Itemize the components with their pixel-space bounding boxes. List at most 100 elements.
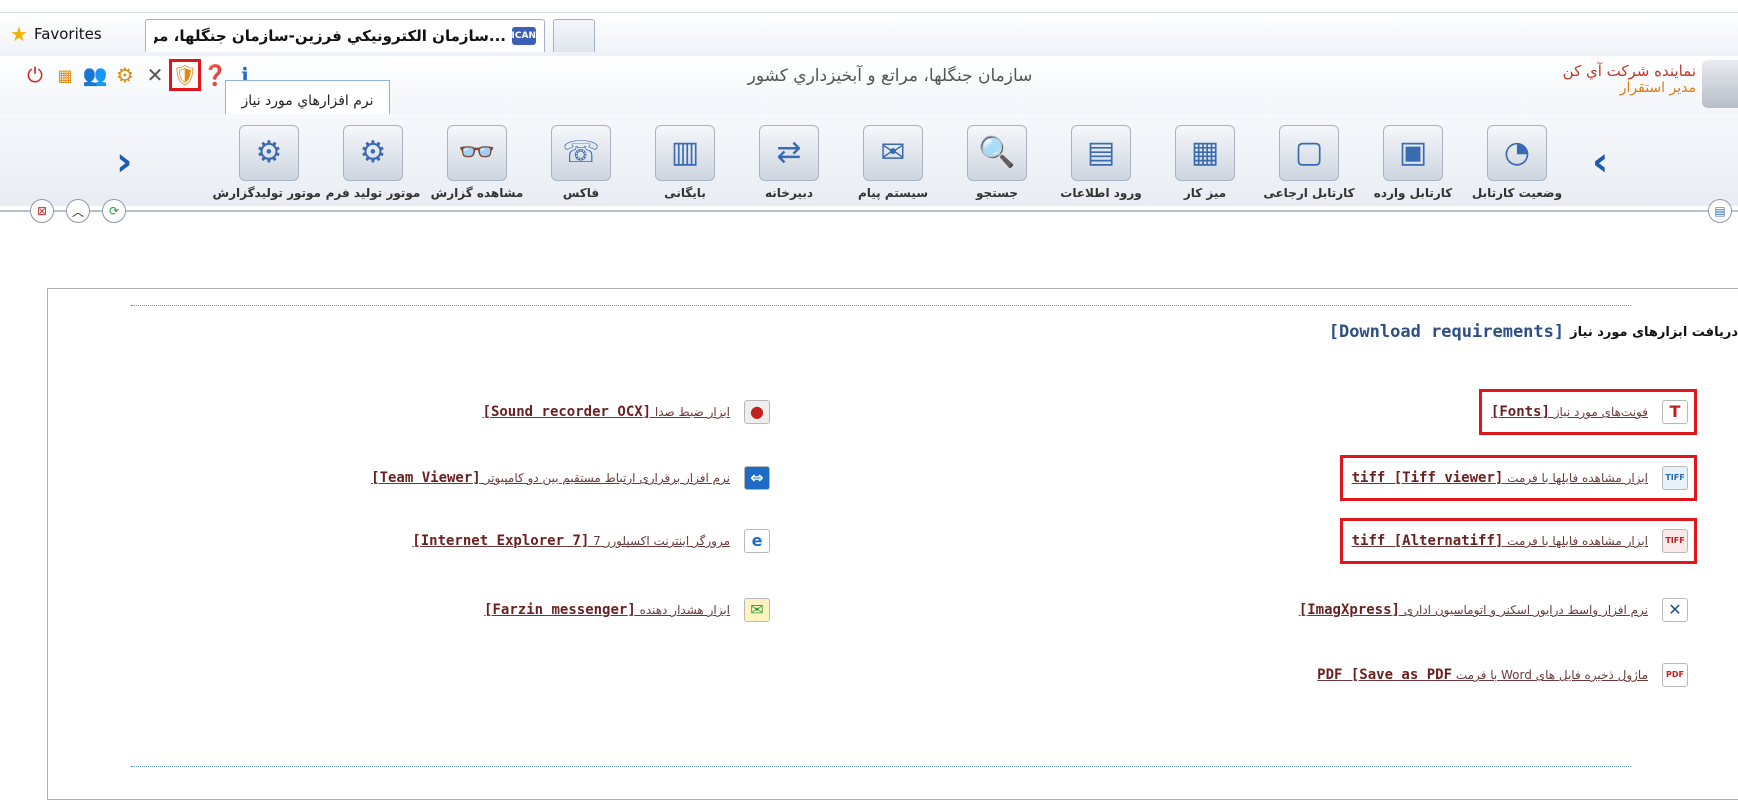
- tools-icon[interactable]: ✕: [142, 62, 168, 88]
- module-label: ورود اطلاعات: [1060, 186, 1142, 200]
- requirement-tag: PDF [Save as PDF: [1317, 667, 1452, 683]
- highlight-box: [1478, 389, 1697, 435]
- refresh-icon[interactable]: ⟳: [102, 199, 126, 223]
- chevron-left-icon[interactable]: ‹: [1592, 142, 1608, 182]
- module-label: وضعیت کارتابل: [1471, 186, 1563, 200]
- rec-icon: ●: [744, 399, 770, 425]
- module-fax[interactable]: ☏ فاکس: [529, 122, 633, 200]
- module-referral[interactable]: ▢ کارتابل ارجاعی: [1257, 122, 1361, 200]
- requirement-link[interactable]: نرم افزار واسط درایور اسکنر و اتوماسیون …: [1299, 602, 1648, 618]
- requirement-text: ابزار هشدار دهنده: [635, 603, 730, 617]
- requirement-tag: [Farzin messenger]: [484, 602, 636, 618]
- requirement-link[interactable]: نرم افزار برقراری ارتباط مستقیم بین دو ک…: [371, 470, 730, 486]
- requirement-tag: [Internet Explorer 7]: [412, 533, 590, 549]
- module-inbox[interactable]: ▣ کارتابل وارده: [1361, 122, 1465, 200]
- favorites-label: Favorites: [33, 25, 102, 43]
- requirement-link[interactable]: مرورگر اینترنت اکسپلورر 7 [Internet Expl…: [412, 533, 730, 549]
- module-archive[interactable]: ▥ بایگانی: [633, 122, 737, 200]
- module-form-engine[interactable]: ⚙ موتور تولید فرم: [321, 122, 425, 200]
- messenger-icon: ✉: [744, 597, 770, 623]
- avatar[interactable]: [1702, 60, 1738, 108]
- favorites-button[interactable]: ★ Favorites: [10, 20, 102, 48]
- teamviewer-icon: ⇔: [744, 465, 770, 491]
- settings-users-icon[interactable]: ⚙: [112, 62, 138, 88]
- fax-icon: ☏: [529, 122, 633, 184]
- requirement-text: نرم افزار واسط درایور اسکنر و اتوماسیون …: [1399, 603, 1648, 617]
- ie-icon: e: [744, 528, 770, 554]
- requirement-tag: [Team Viewer]: [371, 470, 481, 486]
- highlight-box: [1339, 518, 1697, 564]
- chevron-right-icon[interactable]: ›: [116, 142, 132, 182]
- header-toolbar: ⏻ ▦ 👥 ⚙ ✕ 🛡 ❓ ℹ: [22, 59, 258, 91]
- data-entry-icon: ▤: [1049, 122, 1153, 184]
- module-label: سیستم پیام: [857, 186, 929, 200]
- status-icon: ◔: [1465, 122, 1569, 184]
- desk-icon: ▦: [1153, 122, 1257, 184]
- module-label: مشاهده گزارش: [430, 186, 524, 200]
- module-label: دبیرخانه: [765, 186, 813, 200]
- section-title-fa: دریافت ابزارهای مورد نیاز: [1570, 324, 1738, 340]
- requirement-messenger[interactable]: ✉ ابزار هشدار دهنده [Farzin messenger]: [484, 597, 770, 623]
- requirement-tag: [Sound recorder OCX]: [482, 404, 652, 420]
- user-name: نماينده شركت آي كن: [1562, 62, 1696, 80]
- pdf-icon: PDF: [1662, 662, 1688, 688]
- module-mail[interactable]: ✉ سیستم پیام: [841, 122, 945, 200]
- divider-top: [131, 305, 1631, 306]
- app-title: سازمان جنگلها، مراتع و آبخيزداري كشور: [747, 66, 1033, 86]
- user-role: مدير استقرار: [1619, 80, 1696, 96]
- section-title: دریافت ابزارهای مورد نیاز [Download requ…: [1329, 322, 1738, 342]
- module-secretariat[interactable]: ⇄ دبیرخانه: [737, 122, 841, 200]
- requirement-link[interactable]: ابزار ضبط صدا [Sound recorder OCX]: [483, 404, 730, 420]
- form-engine-icon: ⚙: [321, 122, 425, 184]
- archive-icon: ▥: [633, 122, 737, 184]
- grid-icon[interactable]: ▦: [52, 62, 78, 88]
- module-data-entry[interactable]: ▤ ورود اطلاعات: [1049, 122, 1153, 200]
- ican-icon: ICAN: [512, 27, 536, 45]
- requirement-link[interactable]: ابزار هشدار دهنده [Farzin messenger]: [484, 602, 730, 618]
- referral-icon: ▢: [1257, 122, 1361, 184]
- power-icon[interactable]: ⏻: [22, 62, 48, 88]
- star-icon: ★: [10, 22, 28, 46]
- module-label: موتور تولیدگزارش: [212, 186, 321, 200]
- inbox-icon: ▣: [1361, 122, 1465, 184]
- module-search[interactable]: 🔍 جستجو: [945, 122, 1049, 200]
- user-info: نماينده شركت آي كن مدير استقرار: [1563, 62, 1696, 96]
- divider-bottom: [131, 766, 1631, 767]
- imagxpress-icon: ✕: [1662, 597, 1688, 623]
- browser-new-tab[interactable]: [553, 19, 595, 52]
- browser-tab-active[interactable]: ICAN ...سازمان الكترونيكي فرزين-سازمان ج…: [145, 19, 545, 52]
- module-report-engine[interactable]: ⚙ موتور تولیدگزارش: [212, 122, 321, 200]
- requirement-text: مرورگر اینترنت اکسپلورر 7: [589, 534, 730, 548]
- requirement-tag: [ImagXpress]: [1298, 602, 1400, 618]
- module-report-view[interactable]: 👓 مشاهده گزارش: [425, 122, 529, 200]
- requirement-rec[interactable]: ● ابزار ضبط صدا [Sound recorder OCX]: [483, 399, 770, 425]
- report-engine-icon: ⚙: [217, 122, 321, 184]
- shield-icon[interactable]: 🛡: [169, 59, 201, 91]
- module-desk[interactable]: ▦ میز کار: [1153, 122, 1257, 200]
- module-label: کارتابل ارجاعی: [1263, 186, 1355, 200]
- module-label: کارتابل وارده: [1373, 186, 1453, 200]
- module-label: موتور تولید فرم: [325, 186, 421, 200]
- report-view-icon: 👓: [425, 122, 529, 184]
- close-icon[interactable]: ⊠: [30, 199, 54, 223]
- chevron-up-icon[interactable]: ︿: [66, 199, 90, 223]
- toolbar-divider: [0, 210, 1738, 212]
- users-icon[interactable]: 👥: [82, 62, 108, 88]
- module-status[interactable]: ◔ وضعیت کارتابل: [1465, 122, 1569, 200]
- requirement-text: نرم افزار برقراری ارتباط مستقیم بین دو ک…: [480, 471, 730, 485]
- module-label: بایگانی: [664, 186, 706, 200]
- requirement-link[interactable]: ماژول ذخیره فایل های Word با فرمت PDF [S…: [1317, 667, 1648, 683]
- requirement-text: ابزار ضبط صدا: [651, 405, 730, 419]
- highlight-box: [1339, 455, 1697, 501]
- requirement-teamviewer[interactable]: ⇔ نرم افزار برقراری ارتباط مستقیم بین دو …: [371, 465, 770, 491]
- secretariat-icon: ⇄: [737, 122, 841, 184]
- requirement-ie[interactable]: e مرورگر اینترنت اکسپلورر 7 [Internet Exp…: [412, 528, 770, 554]
- tab-title: ...سازمان الكترونيكي فرزين-سازمان جنگلها…: [154, 27, 506, 45]
- requirement-text: ماژول ذخیره فایل های Word با فرمت: [1452, 668, 1648, 682]
- module-label: جستجو: [976, 186, 1018, 200]
- mail-icon: ✉: [841, 122, 945, 184]
- calendar-icon[interactable]: ▤: [1708, 199, 1732, 223]
- requirement-imagxpress[interactable]: ✕ نرم افزار واسط درایور اسکنر و اتوماسیون…: [1299, 597, 1688, 623]
- browser-tab-bar: ★ Favorites ICAN ...سازمان الكترونيكي فر…: [0, 0, 1738, 56]
- requirement-pdf[interactable]: PDF ماژول ذخیره فایل های Word با فرمت PDF…: [1317, 662, 1688, 688]
